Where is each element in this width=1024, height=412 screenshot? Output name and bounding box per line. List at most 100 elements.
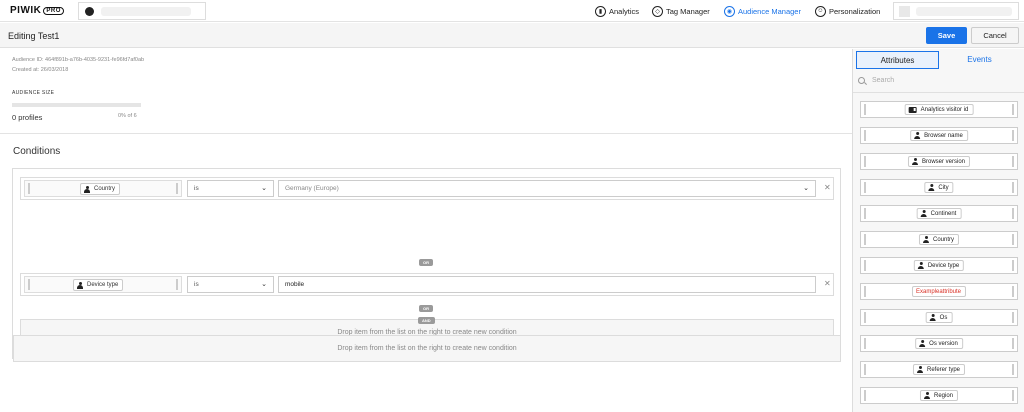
personalization-icon: ☺ (815, 5, 826, 17)
website-selector[interactable] (78, 2, 206, 20)
person-icon (84, 185, 90, 193)
attribute-chip: City (924, 182, 954, 193)
person-icon (914, 132, 921, 139)
chevron-down-icon: ⌄ (261, 281, 267, 288)
cancel-button[interactable]: Cancel (971, 27, 1019, 44)
value-select[interactable]: Germany (Europe) ⌄ (278, 180, 816, 197)
conditions-title: Conditions (13, 146, 61, 157)
attribute-item-country[interactable]: Country (860, 231, 1018, 248)
drag-handle-icon[interactable] (1012, 390, 1014, 401)
attribute-chip: Region (919, 390, 959, 401)
sidebar-search[interactable]: Search (858, 77, 894, 84)
attribute-chip: Country (918, 234, 960, 245)
attribute-item-browser-name[interactable]: Browser name (860, 127, 1018, 144)
nav-analytics[interactable]: ▮ Analytics (595, 4, 639, 18)
globe-icon (85, 7, 94, 16)
condition-row: Country is ⌄ Germany (Europe) ⌄ ✕ (20, 177, 834, 200)
drag-handle-icon[interactable] (1012, 364, 1014, 375)
drag-handle-icon[interactable] (864, 364, 866, 375)
audience-editor: Audience ID: 464f891b-a76b-4035-9231-fe9… (0, 49, 852, 412)
nav-personalization[interactable]: ☺ Personalization (815, 4, 880, 18)
top-nav-bar: PIWIK PRO ▮ Analytics ◇ Tag Manager ◉ Audien… (0, 0, 1024, 22)
attribute-item-browser-version[interactable]: Browser version (860, 153, 1018, 170)
drag-handle-icon[interactable] (28, 279, 30, 290)
attribute-chip: Analytics visitor id (904, 104, 974, 115)
drag-handle-icon[interactable] (864, 260, 866, 271)
save-button[interactable]: Save (926, 27, 967, 44)
drag-handle-icon[interactable] (1012, 338, 1014, 349)
drag-handle-icon[interactable] (864, 312, 866, 323)
attribute-item-region[interactable]: Region (860, 387, 1018, 404)
attribute-item-exampleattribute[interactable]: Exampleattribute (860, 283, 1018, 300)
attribute-item-os-version[interactable]: Os version (860, 335, 1018, 352)
person-icon (77, 281, 83, 289)
drag-handle-icon[interactable] (864, 208, 866, 219)
tab-events[interactable]: Events (939, 51, 1020, 69)
condition-attribute-slot[interactable]: Device type (24, 276, 182, 293)
remove-condition-close-icon[interactable]: ✕ (824, 279, 831, 288)
drag-handle-icon[interactable] (864, 234, 866, 245)
attribute-item-continent[interactable]: Continent (860, 205, 1018, 222)
attribute-chip: Exampleattribute (911, 286, 967, 297)
attribute-chip: Os (925, 312, 953, 323)
analytics-icon: ▮ (595, 5, 606, 17)
drag-handle-icon[interactable] (1012, 286, 1014, 297)
operator-select[interactable]: is ⌄ (187, 180, 274, 197)
divider (853, 92, 1024, 93)
drag-handle-icon[interactable] (176, 183, 178, 194)
and-connector: AND (418, 317, 435, 324)
drag-handle-icon[interactable] (1012, 156, 1014, 167)
remove-condition-close-icon[interactable]: ✕ (824, 183, 831, 192)
drag-handle-icon[interactable] (176, 279, 178, 290)
attribute-item-device-type[interactable]: Device type (860, 257, 1018, 274)
attribute-chip: Os version (915, 338, 963, 349)
attribute-chip: Referer type (912, 364, 966, 375)
drag-handle-icon[interactable] (1012, 208, 1014, 219)
drag-handle-icon[interactable] (1012, 104, 1014, 115)
nav-tag-manager[interactable]: ◇ Tag Manager (652, 4, 710, 18)
condition-attribute-slot[interactable]: Country (24, 180, 182, 197)
attribute-chip[interactable]: Device type (73, 279, 124, 291)
drag-handle-icon[interactable] (1012, 234, 1014, 245)
person-icon (916, 366, 923, 373)
avatar (899, 6, 910, 17)
drag-handle-icon[interactable] (1012, 260, 1014, 271)
drag-handle-icon[interactable] (864, 156, 866, 167)
editor-header: Editing Test1 (0, 23, 1024, 48)
user-menu[interactable] (893, 2, 1019, 20)
audience-percent: 0% of 6 (118, 113, 137, 119)
audience-id: Audience ID: 464f891b-a76b-4035-9231-fe9… (12, 57, 145, 63)
attribute-item-analytics-visitor-id[interactable]: Analytics visitor id (860, 101, 1018, 118)
person-icon (928, 184, 935, 191)
drag-handle-icon[interactable] (28, 183, 30, 194)
drag-handle-icon[interactable] (1012, 312, 1014, 323)
operator-select[interactable]: is ⌄ (187, 276, 274, 293)
drag-handle-icon[interactable] (864, 104, 866, 115)
attribute-item-referer-type[interactable]: Referer type (860, 361, 1018, 378)
and-drop-zone[interactable]: Drop item from the list on the right to … (13, 335, 841, 362)
chevron-down-icon: ⌄ (261, 185, 267, 192)
person-icon (919, 340, 926, 347)
tab-attributes[interactable]: Attributes (856, 51, 939, 69)
drag-handle-icon[interactable] (864, 182, 866, 193)
piwik-pro-logo[interactable]: PIWIK PRO (10, 5, 64, 16)
attribute-chip: Device type (913, 260, 965, 271)
attribute-chip[interactable]: Country (80, 183, 121, 195)
drag-handle-icon[interactable] (864, 338, 866, 349)
drag-handle-icon[interactable] (864, 286, 866, 297)
condition-row: Device type is ⌄ mobile ✕ (20, 273, 834, 296)
drag-handle-icon[interactable] (1012, 130, 1014, 141)
drag-handle-icon[interactable] (864, 130, 866, 141)
drag-handle-icon[interactable] (1012, 182, 1014, 193)
created-at: Created at: 26/03/2018 (12, 67, 69, 73)
search-icon (858, 77, 865, 84)
drag-handle-icon[interactable] (864, 390, 866, 401)
person-icon (922, 236, 929, 243)
value-input[interactable]: mobile (278, 276, 816, 293)
attribute-item-city[interactable]: City (860, 179, 1018, 196)
nav-audience-manager[interactable]: ◉ Audience Manager (724, 4, 801, 18)
search-input[interactable]: Search (872, 77, 894, 84)
person-icon (917, 262, 924, 269)
attribute-item-os[interactable]: Os (860, 309, 1018, 326)
or-connector: OR (419, 259, 433, 266)
